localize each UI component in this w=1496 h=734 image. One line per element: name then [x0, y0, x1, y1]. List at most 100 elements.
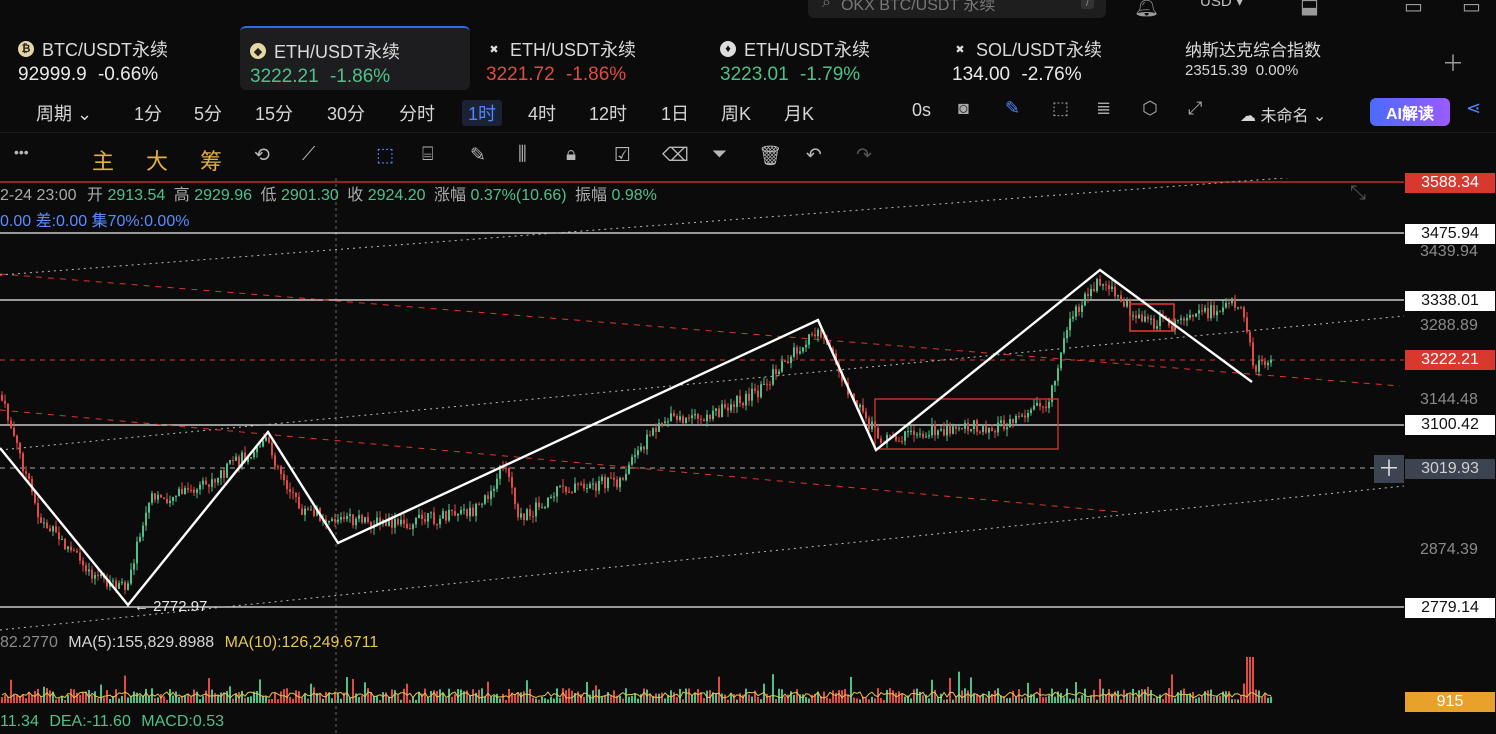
candle-body	[412, 524, 414, 530]
candle-body	[760, 384, 762, 398]
period-timeline[interactable]: 分时	[399, 100, 435, 126]
candle-body	[913, 430, 915, 436]
candle-body	[205, 480, 207, 485]
volume-bar	[784, 696, 786, 703]
candle-body	[1210, 305, 1212, 319]
chip-button[interactable]: 筹	[200, 144, 222, 176]
volume-bar	[910, 698, 912, 703]
volume-bar	[505, 699, 507, 703]
volume-bar	[973, 694, 975, 703]
period-1d[interactable]: 1日	[661, 100, 689, 126]
volume-bar	[1195, 698, 1197, 703]
window-icon[interactable]: ▭	[1404, 0, 1423, 19]
ruler-icon[interactable]: ⌸	[422, 144, 433, 166]
eth-icon: ◆	[250, 43, 266, 59]
eraser-icon[interactable]: ⌫	[662, 144, 689, 167]
cursor-icon[interactable]: ⬚	[376, 144, 394, 167]
ticker-tab-eth-3[interactable]: ♦ ETH/USDT永续 3223.01 -1.79%	[710, 26, 932, 88]
candle-body	[1249, 331, 1251, 343]
magnet-icon[interactable]: ⟲	[254, 144, 270, 167]
ticker-tab-nasdaq[interactable]: 纳斯达克综合指数 23515.39 0.00%	[1175, 26, 1395, 88]
period-month[interactable]: 月K	[784, 100, 814, 126]
period-week[interactable]: 周K	[721, 100, 751, 126]
filter-icon[interactable]: ⏷	[712, 144, 727, 166]
volume-bar	[313, 687, 315, 703]
volume-bar	[364, 682, 366, 703]
redo-icon[interactable]: ↷	[856, 144, 872, 167]
close-value: 2924.20	[367, 187, 426, 204]
period-12h[interactable]: 12时	[589, 100, 627, 126]
expand-icon[interactable]: ⤢	[1188, 98, 1202, 119]
settings-icon[interactable]: ⬡	[1142, 98, 1158, 119]
volume-bar	[280, 691, 282, 703]
candle-body	[781, 361, 783, 372]
candle-body	[448, 509, 450, 521]
volume-bar	[1021, 698, 1023, 703]
candle-body	[592, 483, 594, 485]
edit-icon[interactable]: ☑	[614, 144, 631, 167]
candle-body	[1027, 413, 1029, 418]
candle-body	[991, 427, 993, 432]
currency-select[interactable]: USD ▾	[1200, 0, 1243, 10]
download-icon[interactable]: ⬓	[1300, 0, 1319, 19]
period-1h[interactable]: 1时	[462, 100, 503, 126]
trash-icon[interactable]: 🗑︎	[758, 144, 782, 168]
big-order-button[interactable]: 大	[146, 144, 168, 176]
layout-select[interactable]: ☁ 未命名 ⌄	[1240, 102, 1326, 126]
period-1m[interactable]: 1分	[134, 100, 162, 126]
ai-interpret-button[interactable]: AI解读	[1370, 98, 1450, 126]
list-icon[interactable]: ≣	[1096, 98, 1111, 119]
measure-icon[interactable]: ⟋	[302, 144, 315, 166]
pencil-icon[interactable]: ✎	[1005, 98, 1020, 119]
candle-body	[151, 493, 153, 503]
comment-icon[interactable]: ⬚	[1052, 98, 1069, 119]
volume-bar	[583, 696, 585, 703]
volume-bar	[856, 698, 858, 703]
volume-bar	[367, 688, 369, 703]
volume-ma-info: 82.2770 MA(5):155,829.8988 MA(10):126,24…	[0, 634, 378, 652]
volume-bar	[487, 681, 489, 703]
period-30m[interactable]: 30分	[327, 100, 365, 126]
volume-ma10: MA(10):126,249.6711	[224, 634, 379, 651]
bell-icon[interactable]: 🔔︎	[1134, 0, 1159, 19]
ticker-tab-btc[interactable]: ₿ BTC/USDT永续 92999.9 -0.66%	[8, 26, 230, 88]
candle-body	[643, 446, 645, 450]
undo-icon[interactable]: ↶	[806, 144, 822, 167]
candle-body	[1096, 279, 1098, 292]
ticker-tab-eth-2[interactable]: ✖ ETH/USDT永续 3221.72 -1.86%	[476, 26, 698, 88]
volume-bar	[886, 689, 888, 703]
ticker-tab-sol[interactable]: ✖ SOL/USDT永续 134.00 -2.76%	[942, 26, 1164, 88]
brush-icon[interactable]: ✎	[470, 144, 486, 167]
candle-body	[301, 508, 303, 515]
candle-body	[70, 546, 72, 551]
volume-bar	[256, 690, 258, 703]
dots-menu-icon[interactable]: •••	[14, 144, 29, 160]
candle-body	[496, 478, 498, 489]
period-15m[interactable]: 15分	[255, 100, 293, 126]
volume-bar	[400, 699, 402, 703]
fib-icon[interactable]: ⫼	[518, 144, 527, 166]
camera-icon[interactable]: ◙	[958, 98, 969, 119]
candle-body	[52, 526, 54, 532]
main-indicator-button[interactable]: 主	[92, 144, 114, 176]
fullscreen-icon[interactable]: ⤡	[1350, 182, 1366, 205]
candle-body	[529, 509, 531, 516]
search-input[interactable]: ⌕ OKX BTC/USDT 永续 /	[808, 0, 1106, 18]
share-icon[interactable]: ⋖	[1466, 98, 1481, 119]
period-menu[interactable]: 周期 ⌄	[36, 100, 92, 126]
candle-body	[1081, 305, 1083, 312]
panel-icon[interactable]: ▭	[1462, 0, 1481, 19]
ticker-tab-eth-active[interactable]: ◆ ETH/USDT永续 3222.21 -1.86%	[240, 26, 470, 90]
volume-bar	[1198, 697, 1200, 703]
lock-icon[interactable]: 🔒︎	[566, 144, 576, 166]
volume-bar	[1102, 688, 1104, 703]
add-tab-icon[interactable]: ＋	[1442, 46, 1464, 78]
candle-body	[490, 490, 492, 499]
price-label-2874: 2874.39	[1420, 541, 1478, 558]
candle-body	[484, 495, 486, 504]
period-5m[interactable]: 5分	[194, 100, 222, 126]
volume-bar	[922, 695, 924, 703]
period-4h[interactable]: 4时	[528, 100, 556, 126]
add-alert-plus-button[interactable]: ＋	[1374, 455, 1404, 483]
ticker-price: 134.00	[952, 64, 1011, 85]
